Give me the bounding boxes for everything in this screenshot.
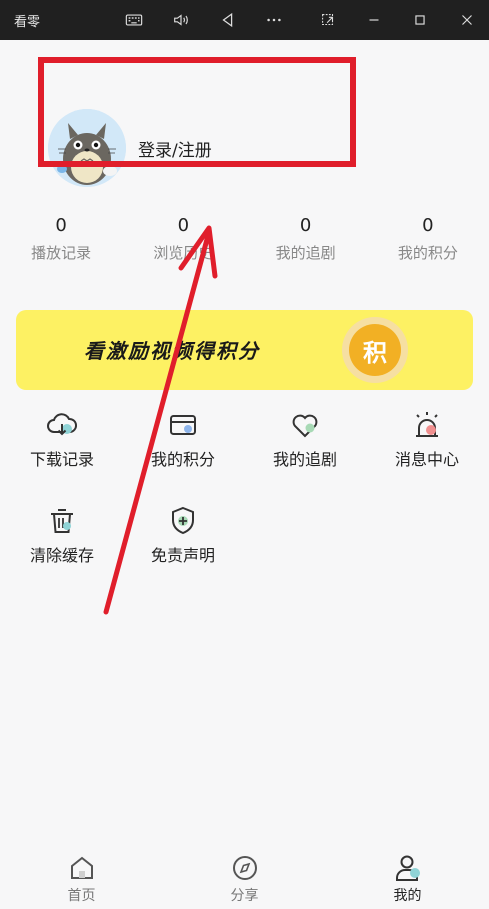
stat-label: 我的追剧 xyxy=(275,244,336,262)
stat-value: 0 xyxy=(299,215,312,236)
reward-video-banner[interactable]: 看激励视频得积分 积 xyxy=(16,310,473,390)
card-icon xyxy=(166,408,200,442)
stat-label: 浏览历史 xyxy=(153,244,214,262)
menu-label: 我的追剧 xyxy=(272,450,337,469)
tab-label: 分享 xyxy=(230,888,259,904)
heart-icon xyxy=(288,408,322,442)
maximize-icon[interactable] xyxy=(408,8,432,32)
stat-browse-history[interactable]: 0 浏览历史 xyxy=(122,214,244,270)
minimize-icon[interactable] xyxy=(362,8,386,32)
tab-mine[interactable]: 我的 xyxy=(326,845,489,909)
more-icon[interactable] xyxy=(262,8,286,32)
home-icon xyxy=(67,853,97,883)
annotation-highlight-box xyxy=(38,57,356,167)
trash-icon xyxy=(45,504,79,538)
tab-label: 首页 xyxy=(67,888,96,904)
menu-label: 免责声明 xyxy=(150,546,215,565)
menu-item-messages[interactable]: 消息中心 xyxy=(377,408,477,470)
stat-value: 0 xyxy=(55,215,67,236)
stat-play-history[interactable]: 0 播放记录 xyxy=(0,214,122,270)
points-coin-icon: 积 xyxy=(342,317,408,383)
back-icon[interactable] xyxy=(216,8,240,32)
menu-item-points[interactable]: 我的积分 xyxy=(133,408,233,470)
stat-my-points[interactable]: 0 我的积分 xyxy=(367,214,489,270)
tab-share[interactable]: 分享 xyxy=(163,845,326,909)
window-title: 看零 xyxy=(14,15,40,30)
menu-label: 下载记录 xyxy=(29,450,94,469)
stat-value: 0 xyxy=(422,215,434,236)
stat-value: 0 xyxy=(177,215,190,236)
banner-text: 看激励视频得积分 xyxy=(84,339,260,363)
volume-icon[interactable] xyxy=(169,8,193,32)
menu-label: 我的积分 xyxy=(150,450,215,469)
menu-item-disclaimer[interactable]: 免责声明 xyxy=(133,504,233,566)
menu-item-clear-cache[interactable]: 清除缓存 xyxy=(12,504,112,566)
user-icon xyxy=(393,853,423,883)
bottom-tab-bar: 首页 分享 我的 xyxy=(0,845,489,909)
keyboard-icon[interactable] xyxy=(122,8,146,32)
stat-label: 播放记录 xyxy=(31,244,92,262)
cloud-download-icon xyxy=(45,408,79,442)
alarm-icon xyxy=(410,408,444,442)
menu-label: 消息中心 xyxy=(394,450,459,469)
window-titlebar: 看零 xyxy=(0,0,489,40)
menu-label: 清除缓存 xyxy=(29,546,94,565)
menu-item-series[interactable]: 我的追剧 xyxy=(255,408,355,470)
tab-label: 我的 xyxy=(393,888,422,904)
tab-home[interactable]: 首页 xyxy=(0,845,163,909)
popout-icon[interactable] xyxy=(316,8,340,32)
stats-row: 0 播放记录 0 浏览历史 0 我的追剧 0 我的积分 xyxy=(0,214,489,270)
shield-icon xyxy=(166,504,200,538)
coin-label: 积 xyxy=(349,324,401,376)
close-icon[interactable] xyxy=(455,8,479,32)
my-page: 登录/注册 0 播放记录 0 浏览历史 0 我的追剧 0 我的积分 看激励视频得… xyxy=(0,40,489,909)
menu-item-downloads[interactable]: 下载记录 xyxy=(12,408,112,470)
compass-icon xyxy=(230,853,260,883)
stat-label: 我的积分 xyxy=(397,244,458,262)
stat-my-series[interactable]: 0 我的追剧 xyxy=(245,214,367,270)
